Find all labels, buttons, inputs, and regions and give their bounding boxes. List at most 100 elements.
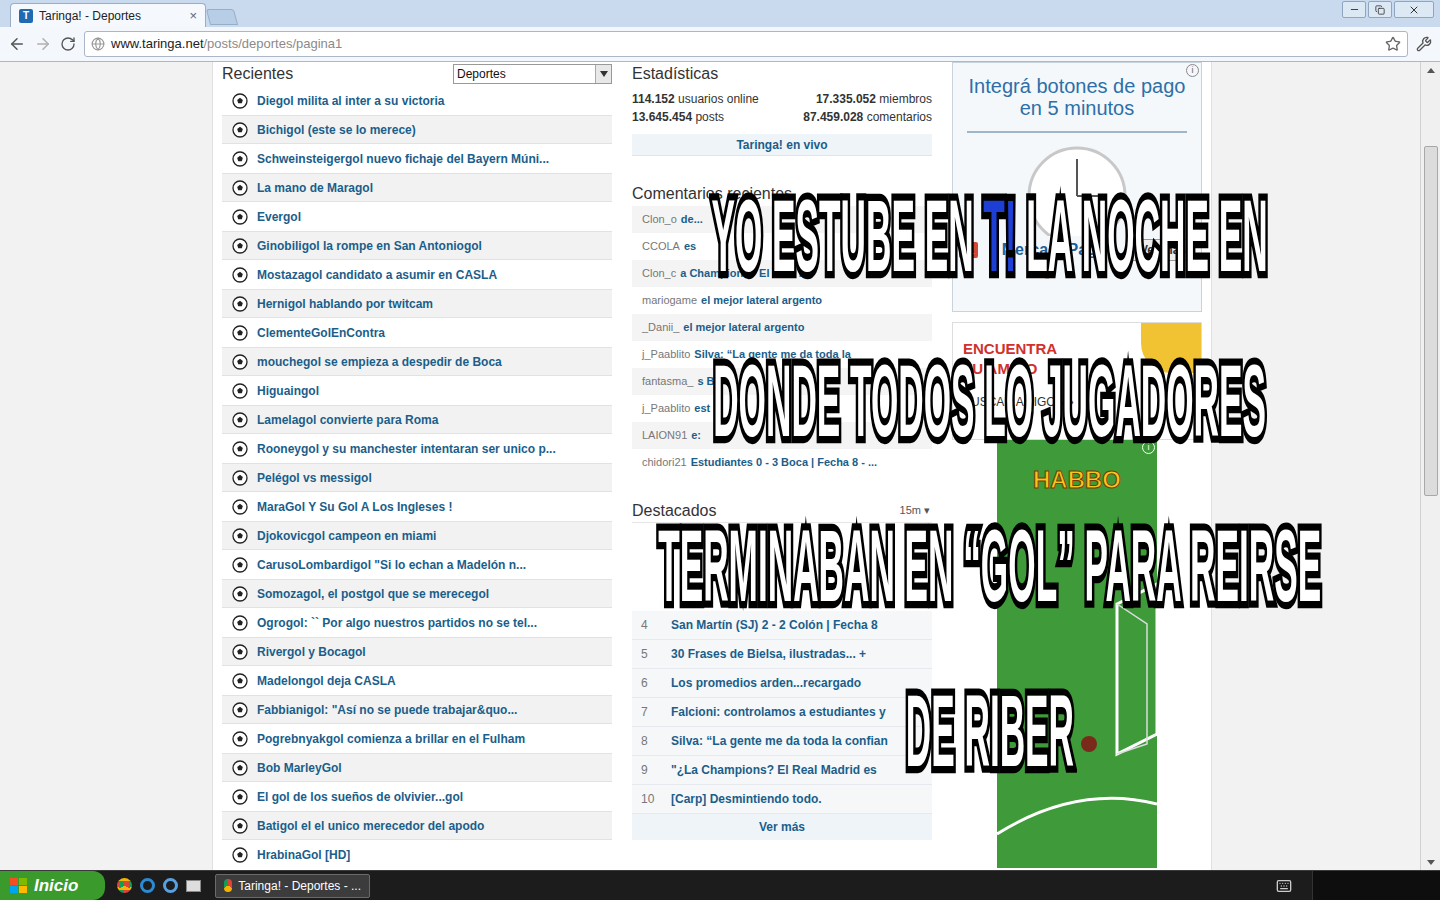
soccer-ball-icon <box>232 528 248 544</box>
soccer-ball-icon <box>232 470 248 486</box>
bookmark-star-icon[interactable] <box>1385 36 1401 52</box>
post-row[interactable]: HrabinaGol [HD] <box>222 840 612 869</box>
browser-tab[interactable]: TTaringa! - Deportes× <box>10 3 206 27</box>
post-row[interactable]: Hernigol hablando por twitcam <box>222 289 612 318</box>
comment-row[interactable]: chidori21Estudiantes 0 - 3 Boca | Fecha … <box>632 449 932 476</box>
scrollbar[interactable] <box>1420 62 1440 870</box>
ver-mas-button[interactable]: Ver más <box>632 814 932 840</box>
destacado-row[interactable]: 9"¿La Champions? El Real Madrid es <box>632 756 932 785</box>
google-plus-one[interactable]: +1 <box>959 242 978 259</box>
post-row[interactable]: Pelégol vs messigol <box>222 463 612 492</box>
comment-row[interactable]: mariogameel mejor lateral argento <box>632 287 932 314</box>
destacado-row[interactable]: 4San Martín (SJ) 2 - 2 Colón | Fecha 8 <box>632 611 932 640</box>
scroll-up-icon[interactable] <box>1421 62 1440 78</box>
close-window-button[interactable] <box>1394 1 1434 18</box>
post-row[interactable]: Djokovicgol campeon en miami <box>222 521 612 550</box>
soccer-ball-icon <box>232 789 248 805</box>
live-button[interactable]: Taringa! en vivo <box>632 134 932 156</box>
tab-close-button[interactable]: × <box>189 9 197 22</box>
post-row[interactable]: Lamelagol convierte para Roma <box>222 405 612 434</box>
post-row[interactable]: Bob MarleyGol <box>222 753 612 782</box>
soccer-ball-icon <box>232 238 248 254</box>
habbo-logo: HABBO <box>1033 462 1121 498</box>
comment-row[interactable]: j_Paablitoest <box>632 395 932 422</box>
destacado-row[interactable]: 7Falcioni: controlamos a estudiantes y <box>632 698 932 727</box>
ad-ver-mas-button[interactable]: Ver más <box>1131 239 1195 261</box>
close-icon <box>1408 4 1420 16</box>
ie-icon[interactable] <box>140 878 155 893</box>
task-button[interactable]: Taringa! - Deportes - ... <box>215 874 370 898</box>
restore-button[interactable] <box>1368 1 1392 18</box>
post-row[interactable]: ClementeGolEnContra <box>222 318 612 347</box>
destacado-row[interactable]: 530 Frases de Bielsa, ilustradas... + <box>632 640 932 669</box>
scroll-thumb[interactable] <box>1424 146 1438 496</box>
post-row[interactable]: Diegol milita al inter a su victoria <box>222 86 612 115</box>
start-button[interactable]: Inicio <box>0 871 105 900</box>
post-row[interactable]: Batigol el el unico merecedor del apodo <box>222 811 612 840</box>
destacado-row[interactable]: 10[Carp] Desmintiendo todo. <box>632 785 932 814</box>
post-row[interactable]: CarusoLombardigol "Si lo echan a Madelón… <box>222 550 612 579</box>
reload-icon[interactable] <box>60 36 76 52</box>
wrench-icon[interactable] <box>1416 36 1432 52</box>
post-row[interactable]: MaraGol Y Su Gol A Los Ingleses ! <box>222 492 612 521</box>
minimize-button[interactable] <box>1342 1 1366 18</box>
soccer-ball-icon <box>232 412 248 428</box>
soccer-ball-icon <box>232 383 248 399</box>
mercadopago-ad[interactable]: iIntegrá botones de pagoen 5 minutos+1Me… <box>952 62 1202 312</box>
comment-row[interactable]: Clon_ca Champions? El Real M <box>632 260 932 287</box>
scroll-down-icon[interactable] <box>1421 854 1440 870</box>
caption-line: YO ESTUBE EN T! LA NOCHE EN <box>600 153 1380 318</box>
post-row[interactable]: Schweinsteigergol nuevo fichaje del Baye… <box>222 144 612 173</box>
post-row[interactable]: Higuaingol <box>222 376 612 405</box>
address-bar[interactable]: www.taringa.net/posts/deportes/pagina1 <box>84 31 1408 57</box>
post-row[interactable]: Rivergol y Bocagol <box>222 637 612 666</box>
post-row[interactable]: El gol de los sueños de olvivier...gol <box>222 782 612 811</box>
windows-logo-icon <box>10 878 28 894</box>
minimize-icon <box>1349 4 1360 15</box>
soccer-ball-icon <box>232 267 248 283</box>
post-row[interactable]: Pogrebnyakgol comienza a brillar en el F… <box>222 724 612 753</box>
comment-row[interactable]: fantasma_s B <box>632 368 932 395</box>
post-row[interactable]: Ginobiligol la rompe en San Antoniogol <box>222 231 612 260</box>
destacado-row[interactable]: 8Silva: “La gente me da toda la confian <box>632 727 932 756</box>
comment-row[interactable]: Clon_ode... <box>632 206 932 233</box>
soccer-ball-icon <box>232 847 248 863</box>
keyboard-icon[interactable] <box>1276 878 1292 894</box>
ad-info-badge[interactable]: i <box>1186 64 1199 77</box>
chrome-icon[interactable] <box>117 878 132 893</box>
soccer-ball-icon <box>232 731 248 747</box>
post-row[interactable]: Mostazagol candidato a asumir en CASLA <box>222 260 612 289</box>
comments-list: Clon_ode...CCOLAesClon_ca Champions? El … <box>632 206 932 476</box>
comment-row[interactable]: j_PaablitoSilva: “La gente me da toda la <box>632 341 932 368</box>
new-tab-button[interactable] <box>206 9 238 25</box>
post-row[interactable]: Madelongol deja CASLA <box>222 666 612 695</box>
forward-icon[interactable] <box>34 35 52 53</box>
post-row[interactable]: Somozagol, el postgol que se merecegol <box>222 579 612 608</box>
post-row[interactable]: Rooneygol y su manchester intentaran ser… <box>222 434 612 463</box>
habbo-ad[interactable]: i HABBO <box>997 440 1157 868</box>
ad-info-badge[interactable]: i <box>1142 441 1155 454</box>
desktop-icon[interactable] <box>186 880 201 892</box>
amigos-ad[interactable]: ENCUENTRATU AMIGOBUSCAR AMIGOS » <box>952 322 1202 440</box>
category-select[interactable]: Deportes <box>453 64 612 84</box>
post-row[interactable]: Fabbianigol: "Así no se puede trabajar&q… <box>222 695 612 724</box>
comment-row[interactable]: _Danii_el mejor lateral argento <box>632 314 932 341</box>
system-tray <box>1312 871 1440 900</box>
restore-icon <box>1375 5 1385 15</box>
post-row[interactable]: Evergol <box>222 202 612 231</box>
comment-row[interactable]: LAION91e: <box>632 422 932 449</box>
ie-icon[interactable] <box>163 878 178 893</box>
post-row[interactable]: Ogrogol: `` Por algo nuestros partidos n… <box>222 608 612 637</box>
stat-item: 13.645.454 posts <box>632 108 724 126</box>
soccer-ball-icon <box>232 702 248 718</box>
soccer-ball-icon <box>232 499 248 515</box>
comment-row[interactable]: CCOLAes <box>632 233 932 260</box>
post-row[interactable]: La mano de Maragol <box>222 173 612 202</box>
back-icon[interactable] <box>8 35 26 53</box>
post-row[interactable]: Bichigol (este se lo merece) <box>222 115 612 144</box>
window-controls <box>1342 0 1440 18</box>
quick-launch <box>105 878 215 893</box>
post-row[interactable]: mouchegol se empieza a despedir de Boca <box>222 347 612 376</box>
destacado-row[interactable]: 6Los promedios arden...recargado <box>632 669 932 698</box>
period-select[interactable]: 15m ▾ <box>900 502 932 519</box>
